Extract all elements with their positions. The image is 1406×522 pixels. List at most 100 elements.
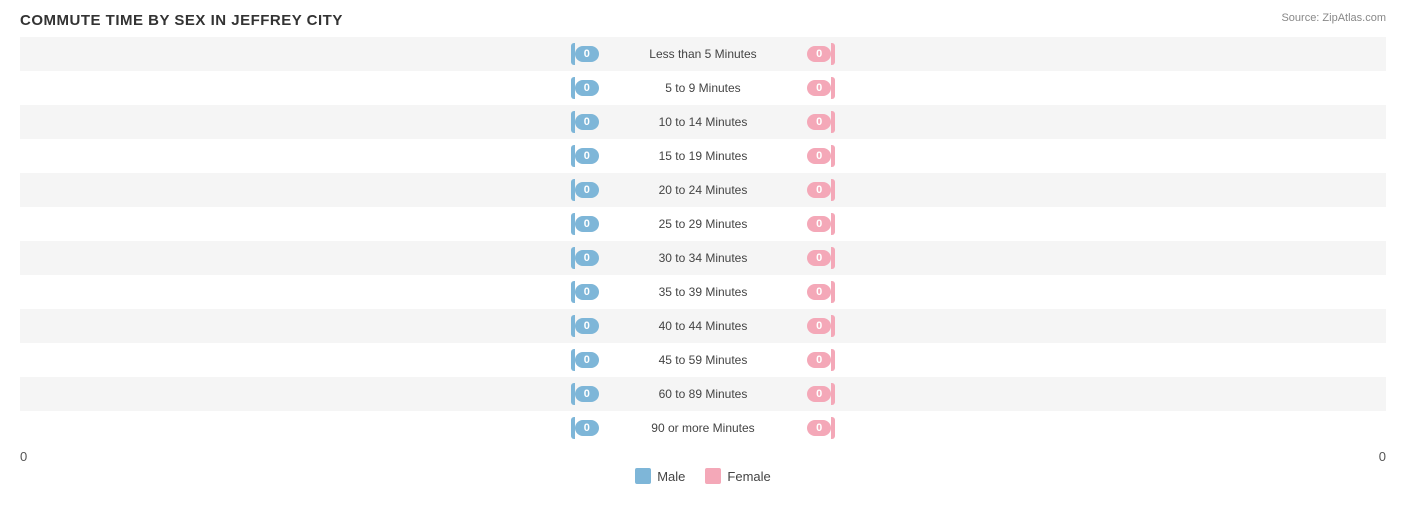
left-section-inner: 0 [20, 281, 599, 303]
value-badge-male: 0 [575, 352, 599, 368]
category-label: 25 to 29 Minutes [659, 217, 748, 231]
right-section-inner: 0 [807, 77, 1386, 99]
category-label: 20 to 24 Minutes [659, 183, 748, 197]
left-section: 0 [20, 173, 603, 207]
right-section: 0 [803, 71, 1386, 105]
label-section: Less than 5 Minutes [603, 47, 803, 61]
label-section: 25 to 29 Minutes [603, 217, 803, 231]
right-section: 0 [803, 173, 1386, 207]
left-section: 0 [20, 139, 603, 173]
legend-male-label: Male [657, 469, 685, 484]
category-label: Less than 5 Minutes [649, 47, 756, 61]
category-label: 30 to 34 Minutes [659, 251, 748, 265]
bar-row: 0 5 to 9 Minutes 0 [20, 71, 1386, 105]
right-section-inner: 0 [807, 417, 1386, 439]
bar-row: 0 Less than 5 Minutes 0 [20, 37, 1386, 71]
bar-row: 0 30 to 34 Minutes 0 [20, 241, 1386, 275]
bar-row: 0 10 to 14 Minutes 0 [20, 105, 1386, 139]
value-badge-female: 0 [807, 284, 831, 300]
right-section-inner: 0 [807, 315, 1386, 337]
label-section: 20 to 24 Minutes [603, 183, 803, 197]
right-section: 0 [803, 207, 1386, 241]
category-label: 35 to 39 Minutes [659, 285, 748, 299]
right-section: 0 [803, 139, 1386, 173]
left-section-inner: 0 [20, 43, 599, 65]
category-label: 40 to 44 Minutes [659, 319, 748, 333]
left-section: 0 [20, 377, 603, 411]
category-label: 15 to 19 Minutes [659, 149, 748, 163]
left-section: 0 [20, 207, 603, 241]
label-section: 30 to 34 Minutes [603, 251, 803, 265]
bar-female [831, 315, 835, 337]
bar-row: 0 25 to 29 Minutes 0 [20, 207, 1386, 241]
value-badge-female: 0 [807, 148, 831, 164]
bar-female [831, 179, 835, 201]
bar-female [831, 247, 835, 269]
value-badge-female: 0 [807, 420, 831, 436]
bar-row: 0 35 to 39 Minutes 0 [20, 275, 1386, 309]
label-section: 45 to 59 Minutes [603, 353, 803, 367]
value-badge-male: 0 [575, 284, 599, 300]
value-badge-female: 0 [807, 80, 831, 96]
chart-container: COMMUTE TIME BY SEX IN JEFFREY CITY Sour… [0, 0, 1406, 522]
value-badge-female: 0 [807, 114, 831, 130]
value-badge-female: 0 [807, 182, 831, 198]
bar-female [831, 383, 835, 405]
legend-female-label: Female [727, 469, 770, 484]
left-section-inner: 0 [20, 77, 599, 99]
right-section-inner: 0 [807, 43, 1386, 65]
bar-row: 0 45 to 59 Minutes 0 [20, 343, 1386, 377]
right-section-inner: 0 [807, 281, 1386, 303]
chart-title: COMMUTE TIME BY SEX IN JEFFREY CITY [20, 12, 1386, 29]
left-section-inner: 0 [20, 145, 599, 167]
right-section-inner: 0 [807, 111, 1386, 133]
label-section: 60 to 89 Minutes [603, 387, 803, 401]
legend-female-box [705, 468, 721, 484]
legend-female: Female [705, 468, 770, 484]
category-label: 10 to 14 Minutes [659, 115, 748, 129]
axis-right: 0 [1379, 449, 1386, 464]
bar-female [831, 281, 835, 303]
label-section: 35 to 39 Minutes [603, 285, 803, 299]
bar-row: 0 60 to 89 Minutes 0 [20, 377, 1386, 411]
bar-female [831, 349, 835, 371]
left-section: 0 [20, 275, 603, 309]
right-section-inner: 0 [807, 145, 1386, 167]
right-section-inner: 0 [807, 349, 1386, 371]
bar-female [831, 417, 835, 439]
right-section: 0 [803, 275, 1386, 309]
value-badge-male: 0 [575, 80, 599, 96]
right-section: 0 [803, 37, 1386, 71]
right-section: 0 [803, 105, 1386, 139]
bar-female [831, 111, 835, 133]
bar-row: 0 20 to 24 Minutes 0 [20, 173, 1386, 207]
left-section-inner: 0 [20, 179, 599, 201]
category-label: 90 or more Minutes [651, 421, 754, 435]
left-section: 0 [20, 71, 603, 105]
right-section: 0 [803, 241, 1386, 275]
chart-area: 0 Less than 5 Minutes 0 0 5 to 9 Minutes [20, 37, 1386, 445]
left-section-inner: 0 [20, 315, 599, 337]
axis-left: 0 [20, 449, 27, 464]
bar-female [831, 77, 835, 99]
value-badge-male: 0 [575, 216, 599, 232]
label-section: 40 to 44 Minutes [603, 319, 803, 333]
left-section: 0 [20, 343, 603, 377]
right-section-inner: 0 [807, 383, 1386, 405]
value-badge-male: 0 [575, 148, 599, 164]
left-section: 0 [20, 309, 603, 343]
left-section-inner: 0 [20, 417, 599, 439]
category-label: 5 to 9 Minutes [665, 81, 740, 95]
legend-male: Male [635, 468, 685, 484]
right-section-inner: 0 [807, 179, 1386, 201]
left-section: 0 [20, 37, 603, 71]
bar-female [831, 43, 835, 65]
legend-male-box [635, 468, 651, 484]
value-badge-female: 0 [807, 318, 831, 334]
label-section: 15 to 19 Minutes [603, 149, 803, 163]
right-section-inner: 0 [807, 247, 1386, 269]
bar-female [831, 145, 835, 167]
left-section: 0 [20, 411, 603, 445]
category-label: 45 to 59 Minutes [659, 353, 748, 367]
right-section: 0 [803, 309, 1386, 343]
